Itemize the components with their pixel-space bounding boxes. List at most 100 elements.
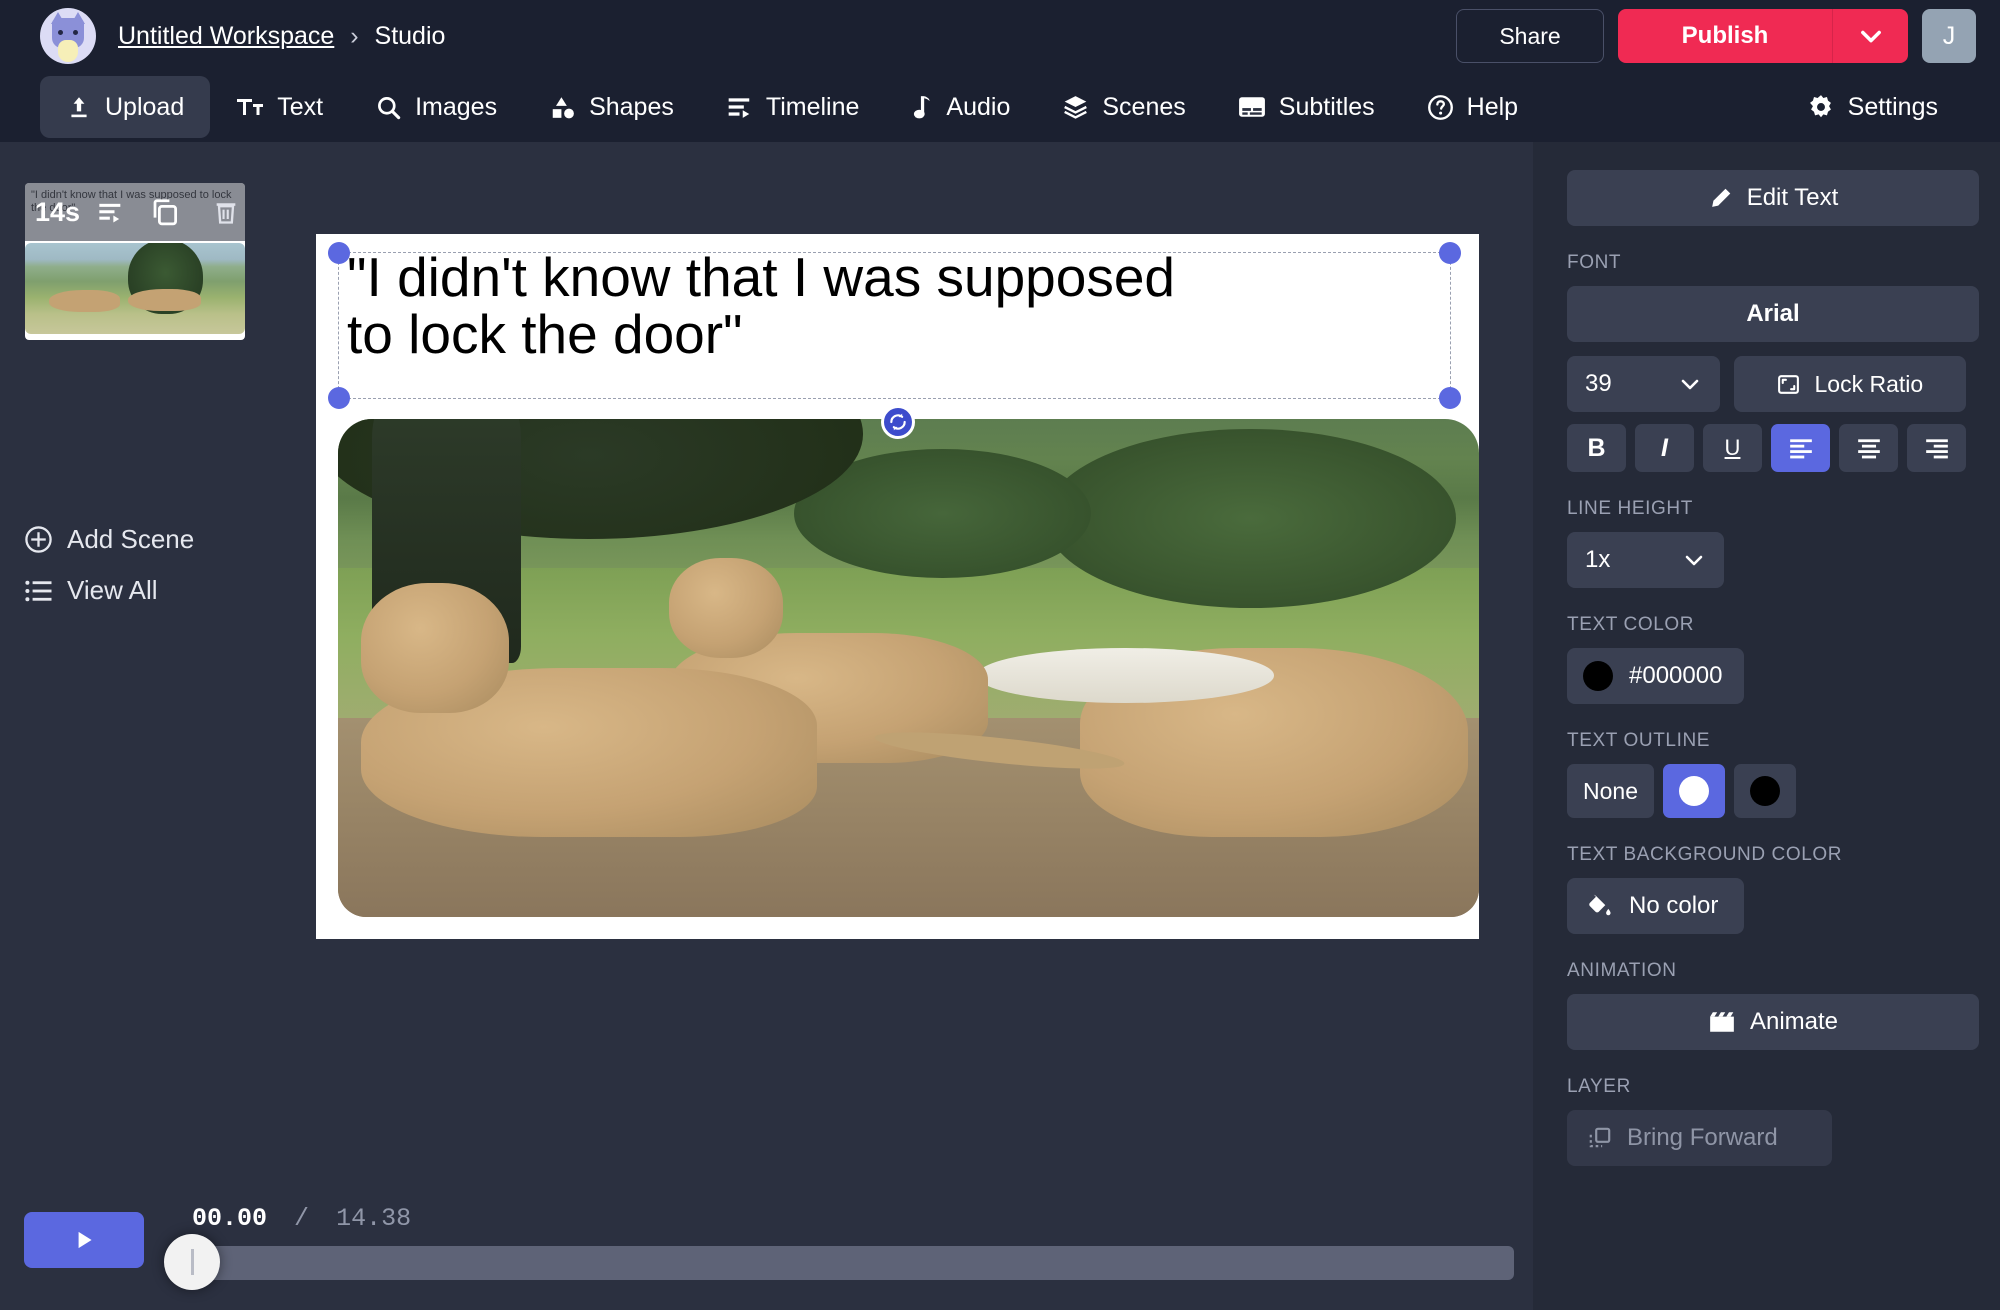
- align-left-button[interactable]: [1771, 424, 1830, 472]
- bold-label: B: [1587, 434, 1605, 463]
- text-background-button[interactable]: No color: [1567, 878, 1744, 934]
- chevron-down-icon: [1678, 372, 1702, 396]
- timeline-icon: [726, 94, 753, 120]
- italic-button[interactable]: I: [1635, 424, 1694, 472]
- scene-timeline-icon[interactable]: [96, 198, 126, 226]
- canvas-text: "I didn't know that I was supposed to lo…: [347, 249, 1450, 362]
- toolbar-label-timeline: Timeline: [766, 93, 860, 122]
- text-color-button[interactable]: #000000: [1567, 648, 1744, 704]
- line-height-section-label: LINE HEIGHT: [1567, 498, 1966, 520]
- edit-text-label: Edit Text: [1747, 184, 1839, 212]
- scenes-sidebar: "I didn't know that I was supposed to lo…: [0, 142, 268, 1310]
- text-outline-options: None: [1567, 764, 1966, 818]
- timeline-scrubber-track[interactable]: [178, 1246, 1514, 1280]
- play-icon: [71, 1227, 97, 1253]
- black-swatch-icon: [1750, 776, 1780, 806]
- user-avatar[interactable]: J: [1922, 9, 1976, 63]
- resize-handle-top-right[interactable]: [1439, 242, 1461, 264]
- toolbar-item-upload[interactable]: Upload: [40, 76, 210, 138]
- toolbar-item-shapes[interactable]: Shapes: [523, 76, 700, 138]
- rotate-icon: [888, 412, 908, 432]
- share-button[interactable]: Share: [1456, 9, 1604, 63]
- font-family-value: Arial: [1746, 300, 1799, 328]
- scene-duplicate-icon[interactable]: [150, 197, 180, 227]
- font-size-select[interactable]: 39: [1567, 356, 1720, 412]
- toolbar-item-subtitles[interactable]: Subtitles: [1212, 76, 1401, 138]
- toolbar-item-scenes[interactable]: Scenes: [1036, 76, 1211, 138]
- rotate-handle[interactable]: [881, 405, 915, 439]
- text-outline-black-button[interactable]: [1734, 764, 1796, 818]
- align-center-button[interactable]: [1839, 424, 1898, 472]
- main-toolbar: Upload Text Images Shapes: [0, 72, 2000, 142]
- toolbar-item-text[interactable]: Text: [210, 76, 349, 138]
- line-height-select[interactable]: 1x: [1567, 532, 1724, 588]
- publish-button[interactable]: Publish: [1618, 9, 1832, 63]
- scene-duration-badge: 14s: [35, 197, 80, 228]
- toolbar-label-settings: Settings: [1848, 93, 1938, 122]
- scene-thumbnail[interactable]: "I didn't know that I was supposed to lo…: [25, 183, 245, 340]
- bring-forward-icon: [1587, 1125, 1613, 1151]
- text-color-swatch: [1583, 661, 1613, 691]
- text-outline-white-button[interactable]: [1663, 764, 1725, 818]
- align-right-button[interactable]: [1907, 424, 1966, 472]
- breadcrumb-workspace[interactable]: Untitled Workspace: [118, 22, 334, 50]
- chevron-down-icon: [1682, 548, 1706, 572]
- plus-circle-icon: [24, 525, 53, 554]
- play-button[interactable]: [24, 1212, 144, 1268]
- toolbar-item-settings[interactable]: Settings: [1781, 76, 1964, 138]
- scene-thumbnail-toolbar: 14s: [25, 183, 245, 241]
- edit-text-button[interactable]: Edit Text: [1567, 170, 1979, 226]
- publish-dropdown-button[interactable]: [1832, 9, 1908, 63]
- text-outline-none-label: None: [1583, 778, 1638, 805]
- add-scene-button[interactable]: Add Scene: [24, 524, 194, 555]
- toolbar-label-audio: Audio: [946, 93, 1010, 122]
- scene-canvas[interactable]: "I didn't know that I was supposed to lo…: [316, 234, 1479, 939]
- scene-delete-icon[interactable]: [212, 197, 240, 227]
- font-family-select[interactable]: Arial: [1567, 286, 1979, 342]
- timeline-scrubber-handle[interactable]: [164, 1234, 220, 1290]
- lock-ratio-button[interactable]: Lock Ratio: [1734, 356, 1966, 412]
- clapperboard-icon: [1708, 1009, 1736, 1035]
- toolbar-label-scenes: Scenes: [1102, 93, 1185, 122]
- publish-group: Publish: [1618, 9, 1908, 63]
- toolbar-label-text: Text: [277, 93, 323, 122]
- resize-handle-bottom-left[interactable]: [328, 387, 350, 409]
- layers-icon: [1062, 94, 1089, 120]
- toolbar-item-images[interactable]: Images: [349, 76, 523, 138]
- bring-forward-label: Bring Forward: [1627, 1124, 1778, 1152]
- underline-button[interactable]: U: [1703, 424, 1762, 472]
- toolbar-item-audio[interactable]: Audio: [885, 76, 1036, 138]
- time-separator: /: [294, 1204, 309, 1233]
- toolbar-label-shapes: Shapes: [589, 93, 674, 122]
- layer-section-label: LAYER: [1567, 1076, 1966, 1098]
- bold-button[interactable]: B: [1567, 424, 1626, 472]
- toolbar-item-help[interactable]: Help: [1401, 76, 1544, 138]
- paint-bucket-icon: [1585, 892, 1613, 920]
- top-right-actions: Share Publish J: [1456, 0, 1976, 72]
- text-color-value: #000000: [1629, 662, 1722, 690]
- resize-handle-bottom-right[interactable]: [1439, 387, 1461, 409]
- text-icon: [236, 94, 264, 120]
- text-layer-selection[interactable]: "I didn't know that I was supposed to lo…: [338, 252, 1451, 399]
- brand-row: Untitled Workspace › Studio: [0, 0, 445, 72]
- text-outline-none-button[interactable]: None: [1567, 764, 1654, 818]
- align-right-icon: [1924, 437, 1950, 459]
- white-swatch-icon: [1679, 776, 1709, 806]
- resize-handle-top-left[interactable]: [328, 242, 350, 264]
- toolbar-item-timeline[interactable]: Timeline: [700, 76, 886, 138]
- animate-button[interactable]: Animate: [1567, 994, 1979, 1050]
- bring-forward-button[interactable]: Bring Forward: [1567, 1110, 1832, 1166]
- total-time: 14.38: [336, 1204, 411, 1233]
- studio-app: Untitled Workspace › Studio Share Publis…: [0, 0, 2000, 1310]
- add-scene-label: Add Scene: [67, 524, 194, 555]
- workspace-logo-icon: [40, 8, 96, 64]
- underline-label: U: [1725, 435, 1741, 461]
- search-icon: [375, 94, 402, 121]
- video-layer[interactable]: [338, 419, 1479, 917]
- view-all-button[interactable]: View All: [24, 575, 158, 606]
- upload-icon: [66, 94, 92, 120]
- properties-panel: Edit Text FONT Arial 39 Lock Ratio B: [1533, 142, 2000, 1310]
- canvas-area: "I didn't know that I was supposed to lo…: [268, 142, 1533, 1310]
- toolbar-label-subtitles: Subtitles: [1279, 93, 1375, 122]
- text-background-section-label: TEXT BACKGROUND COLOR: [1567, 844, 1966, 866]
